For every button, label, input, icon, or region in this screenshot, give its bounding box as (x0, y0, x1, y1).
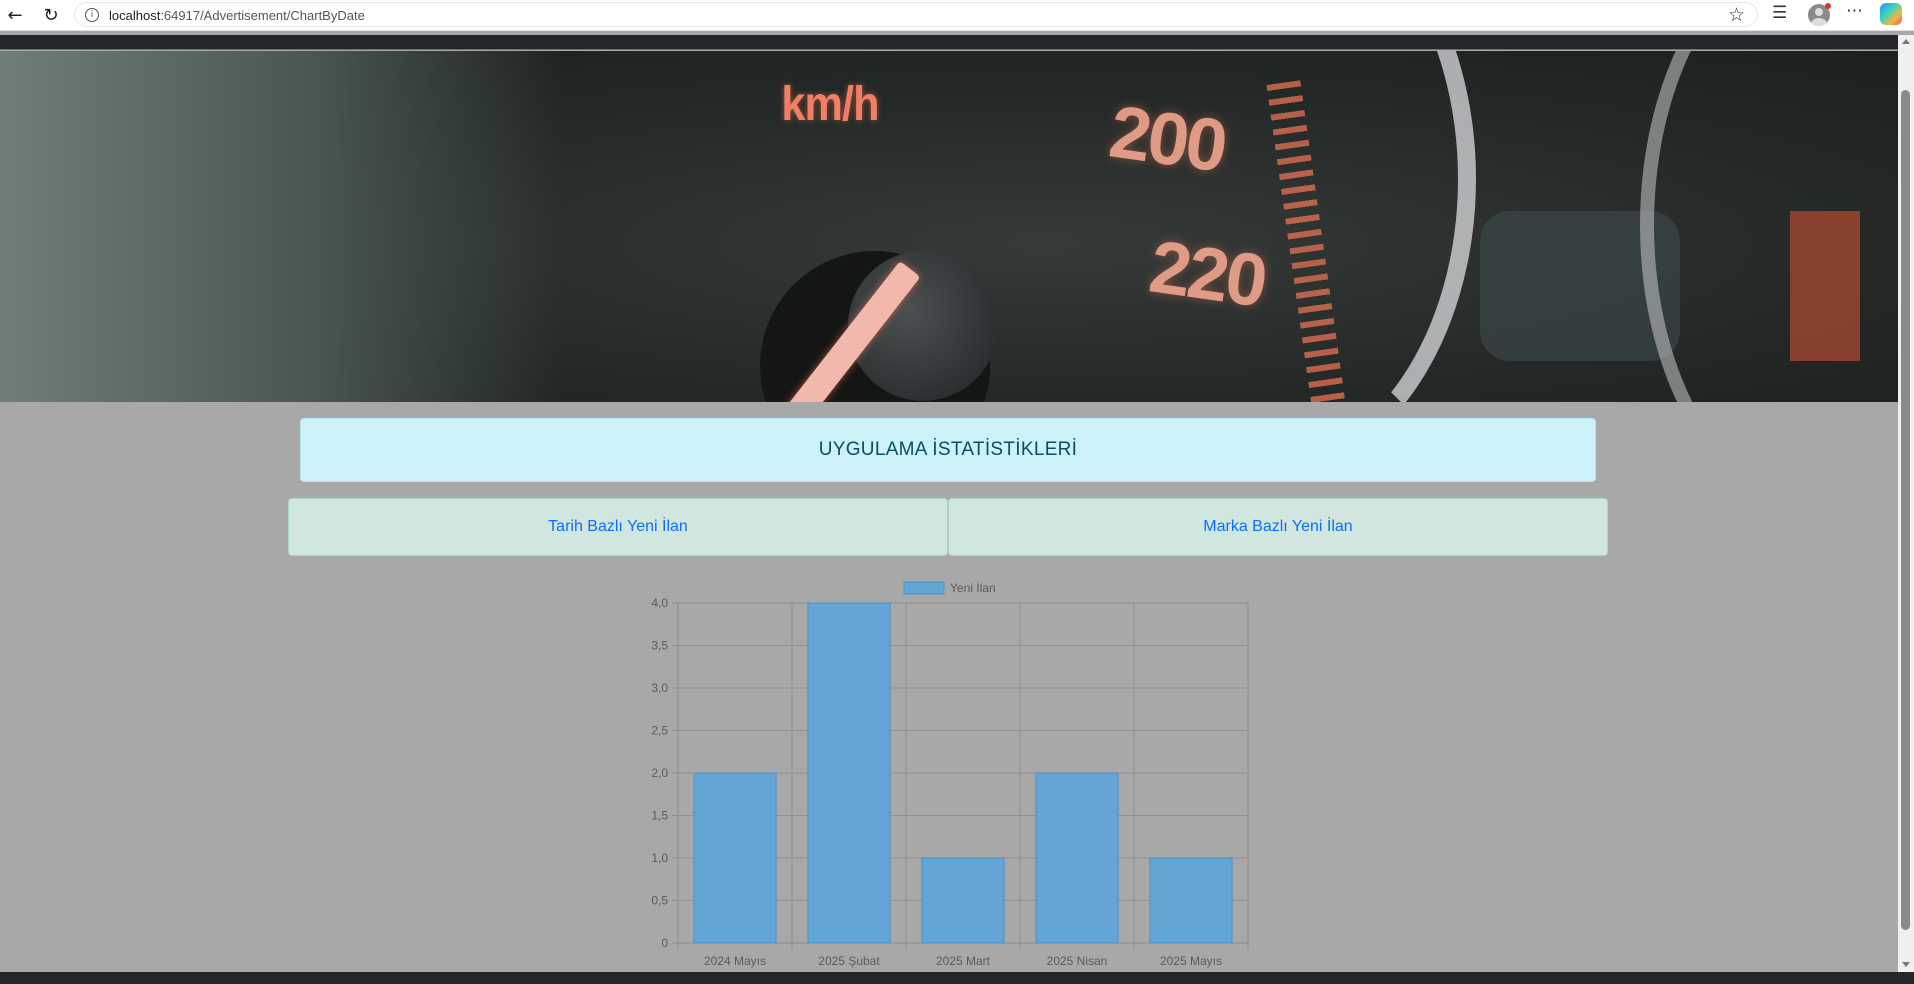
y-tick-label: 0 (661, 936, 668, 950)
reload-icon[interactable]: ↻ (40, 4, 62, 26)
browser-toolbar: ← ↻ i localhost:64917/Advertisement/Char… (0, 0, 1914, 31)
y-tick-label: 1,0 (651, 851, 668, 865)
url-text[interactable]: localhost:64917/Advertisement/ChartByDat… (109, 8, 365, 23)
back-arrow-icon[interactable]: ← (4, 4, 26, 26)
scroll-down-arrow-icon[interactable] (1902, 962, 1910, 967)
hero-kmh-text: km/h (781, 78, 879, 131)
bar (693, 772, 777, 944)
legend-label: Yeni İlan (950, 581, 996, 595)
tab-date-based[interactable]: Tarih Bazlı Yeni İlan (288, 498, 948, 556)
x-tick-label: 2024 Mayıs (704, 954, 766, 968)
address-bar[interactable]: i localhost:64917/Advertisement/ChartByD… (74, 2, 1758, 27)
x-tick-label: 2025 Mayıs (1160, 954, 1222, 968)
hero-speedometer-image: km/h 200 220 (0, 51, 1898, 402)
y-tick-label: 0,5 (651, 894, 668, 908)
bar (1149, 857, 1233, 944)
notification-dot (1825, 3, 1831, 9)
y-tick-label: 2,5 (651, 724, 668, 738)
y-tick-label: 3,0 (651, 681, 668, 695)
copilot-icon[interactable] (1880, 3, 1902, 25)
bar-chart: 0 0,5 1,0 1,5 2,0 2,5 3,0 3,5 4,0 2024 Mayıs 2025 … (620, 570, 1260, 970)
y-tick-label: 3,5 (651, 639, 668, 653)
navbar-strip (0, 35, 1898, 50)
bar (1035, 772, 1119, 944)
footer-strip (0, 972, 1914, 984)
bar (921, 857, 1005, 944)
info-icon[interactable]: i (85, 8, 99, 22)
x-tick-label: 2025 Nisan (1047, 954, 1108, 968)
more-icon[interactable]: ⋯ (1846, 1, 1863, 21)
x-tick-label: 2025 Şubat (818, 954, 880, 968)
y-tick-label: 4,0 (651, 596, 668, 610)
y-tick-label: 1,5 (651, 809, 668, 823)
favorites-icon[interactable]: ☰ (1772, 3, 1787, 23)
legend-swatch (903, 581, 945, 595)
url-host: localhost (109, 8, 161, 23)
hero-speed-220: 220 (1144, 224, 1270, 323)
y-tick-label: 2,0 (651, 766, 668, 780)
hero-speed-200: 200 (1104, 89, 1230, 188)
scrollbar-thumb[interactable] (1901, 90, 1910, 930)
x-tick-label: 2025 Mart (936, 954, 991, 968)
url-path: :64917/Advertisement/ChartByDate (160, 8, 365, 23)
star-icon[interactable]: ☆ (1728, 4, 1745, 26)
page-title: UYGULAMA İSTATİSTİKLERİ (300, 418, 1596, 482)
tab-brand-based[interactable]: Marka Bazlı Yeni İlan (948, 498, 1608, 556)
bar (807, 602, 891, 944)
scroll-up-arrow-icon[interactable] (1902, 39, 1910, 44)
